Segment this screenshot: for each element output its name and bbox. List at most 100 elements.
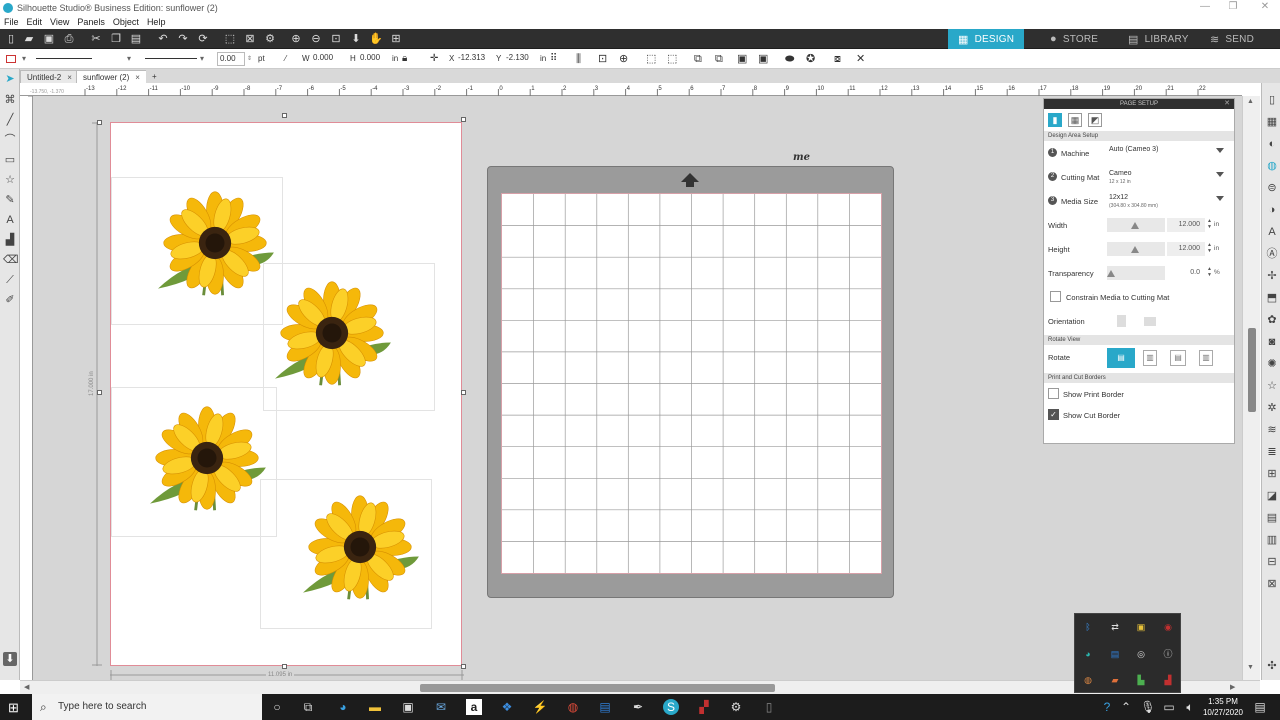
security-shield-icon[interactable]: ▣: [1135, 621, 1147, 633]
file-explorer-icon[interactable]: ▬: [367, 699, 383, 715]
print-icon[interactable]: ⎙: [62, 32, 76, 46]
replicate-icon[interactable]: ✪: [806, 53, 815, 65]
selection-handle[interactable]: [461, 117, 466, 122]
fill-color-swatch[interactable]: [6, 55, 16, 63]
warp-panel-icon[interactable]: ⊟: [1265, 555, 1279, 569]
selection-handle[interactable]: [97, 120, 102, 125]
page-setup-tab-icon[interactable]: ▮: [1048, 113, 1062, 127]
nvidia-icon[interactable]: ▙: [1135, 674, 1147, 686]
text-panel-icon[interactable]: A: [1265, 225, 1279, 239]
menu-panels[interactable]: Panels: [77, 17, 105, 27]
notifications-icon[interactable]: ▤: [1252, 699, 1268, 715]
new-file-icon[interactable]: ▯: [4, 32, 18, 46]
network-monitor-icon[interactable]: ⇄: [1109, 621, 1121, 633]
tab-sunflower-2[interactable]: sunflower (2) ×: [76, 70, 147, 83]
knife-panel-icon[interactable]: ✲: [1265, 401, 1279, 415]
network-icon[interactable]: ▭: [1161, 699, 1177, 715]
inkscape-icon[interactable]: ✒: [630, 699, 646, 715]
print-page[interactable]: [110, 122, 462, 666]
cortana-icon[interactable]: ○: [269, 699, 285, 715]
rotate-180-icon[interactable]: ▤: [1170, 350, 1186, 366]
height-slider[interactable]: [1107, 242, 1165, 256]
menu-object[interactable]: Object: [113, 17, 139, 27]
bring-forward-icon[interactable]: ▣: [737, 53, 747, 65]
menu-help[interactable]: Help: [147, 17, 166, 27]
store-app-icon[interactable]: ▣: [400, 699, 416, 715]
close-tab-icon[interactable]: ×: [67, 73, 72, 82]
line-tool-icon[interactable]: ╱: [3, 113, 17, 127]
sketch-panel-icon[interactable]: ≋: [1265, 423, 1279, 437]
height-spinner[interactable]: ▲ ▼: [1207, 242, 1212, 254]
width-input[interactable]: 0.000: [311, 52, 341, 66]
tab-store[interactable]: ● STORE: [1040, 29, 1108, 49]
sunflower-image-2[interactable]: [263, 263, 435, 411]
transparency-spinner[interactable]: ▲ ▼: [1207, 266, 1212, 278]
slider-thumb[interactable]: [1131, 222, 1139, 229]
help-panel-icon[interactable]: ✣: [1265, 659, 1279, 673]
zoom-box-icon[interactable]: ⊡: [329, 32, 343, 46]
task-view-icon[interactable]: ⧉: [300, 699, 316, 715]
vertical-scrollbar[interactable]: ▲ ▼: [1242, 96, 1260, 680]
page-setup-panel-icon[interactable]: ▯: [1265, 93, 1279, 107]
curve-tool-icon[interactable]: ⌒: [3, 133, 17, 147]
undo-icon[interactable]: ↶: [156, 32, 170, 46]
lock-aspect-icon[interactable]: 🔒︎: [402, 53, 407, 65]
text-tool-icon[interactable]: A: [3, 213, 17, 227]
sunflower-image-4[interactable]: [260, 479, 432, 629]
scroll-left-icon[interactable]: ◀: [24, 683, 29, 691]
portrait-orientation-icon[interactable]: [1117, 315, 1126, 327]
edge-browser-icon[interactable]: ◕: [335, 699, 351, 715]
ungroup-icon[interactable]: ⬚: [667, 53, 677, 65]
open-folder-icon[interactable]: ▰: [22, 32, 36, 46]
powerpoint-icon[interactable]: ▰: [1109, 674, 1121, 686]
webcam-icon[interactable]: ◎: [1135, 648, 1147, 660]
select-all-icon[interactable]: ⬚: [223, 32, 237, 46]
nesting-panel-icon[interactable]: ▥: [1265, 533, 1279, 547]
y-position-input[interactable]: -2.130: [504, 52, 538, 66]
rotate-270-icon[interactable]: ▥: [1199, 350, 1213, 366]
amazon-icon[interactable]: a: [466, 699, 482, 715]
rotate-0-icon[interactable]: ▤: [1107, 348, 1135, 368]
cutting-mat-select[interactable]: Cameo 12 x 12 in: [1109, 168, 1226, 185]
selection-handle[interactable]: [282, 664, 287, 669]
tray-overflow-chevron-icon[interactable]: ⌃: [1118, 699, 1134, 715]
help-tray-icon[interactable]: ?: [1099, 699, 1115, 715]
layers-panel-icon[interactable]: ≣: [1265, 445, 1279, 459]
fill-dropdown-arrow[interactable]: ▾: [22, 53, 26, 65]
media-size-select[interactable]: 12x12 (304.80 x 304.80 mm): [1109, 192, 1226, 209]
arrange-back-icon[interactable]: ⧉: [715, 53, 723, 65]
line-style-selector[interactable]: [36, 58, 92, 59]
registration-marks-tab-icon[interactable]: ◩: [1088, 113, 1102, 127]
send-backward-icon[interactable]: ▣: [758, 53, 768, 65]
fill-color-panel-icon[interactable]: ◐: [1265, 137, 1279, 151]
crosshair-icon[interactable]: ⊕: [619, 53, 628, 65]
freehand-tool-icon[interactable]: ✎: [3, 193, 17, 207]
tab-library[interactable]: ▤ LIBRARY: [1118, 29, 1199, 49]
line-cap-selector[interactable]: [145, 58, 197, 59]
machine-select[interactable]: Auto (Cameo 3): [1109, 144, 1226, 161]
width-input[interactable]: 12.000: [1167, 218, 1205, 232]
lightning-app-icon[interactable]: ⚡: [532, 699, 548, 715]
width-slider[interactable]: [1107, 218, 1165, 232]
taskbar-app-icon[interactable]: ▯: [761, 699, 777, 715]
scroll-right-icon[interactable]: ▶: [1230, 683, 1235, 691]
fit-to-page-icon[interactable]: ⊞: [389, 32, 403, 46]
windows-start-icon[interactable]: ⊞: [8, 700, 19, 716]
edge-update-icon[interactable]: ◕: [1082, 648, 1094, 660]
grid-settings-tab-icon[interactable]: ▦: [1068, 113, 1082, 127]
microphone-icon[interactable]: 🎙︎: [1140, 699, 1156, 715]
width-spinner[interactable]: ▲ ▼: [1207, 218, 1212, 230]
eyedropper-tool-icon[interactable]: ✐: [3, 293, 17, 307]
select-arrow-icon[interactable]: ➤: [3, 72, 17, 86]
fill-tool-icon[interactable]: ▟: [3, 233, 17, 247]
show-print-border-checkbox[interactable]: [1048, 388, 1059, 399]
rotate-90-icon[interactable]: ▥: [1143, 350, 1157, 366]
maximize-button[interactable]: ❐: [1218, 0, 1248, 15]
zoom-out-icon[interactable]: ⊖: [309, 32, 323, 46]
line-cap-arrow[interactable]: ▾: [200, 53, 204, 65]
chrome-icon[interactable]: ◍: [565, 699, 581, 715]
transform-panel-icon[interactable]: ✢: [1265, 269, 1279, 283]
panel-close-icon[interactable]: ✕: [1224, 99, 1230, 109]
volume-icon[interactable]: 🔈︎: [1182, 699, 1198, 715]
cutting-mat[interactable]: [487, 166, 894, 598]
